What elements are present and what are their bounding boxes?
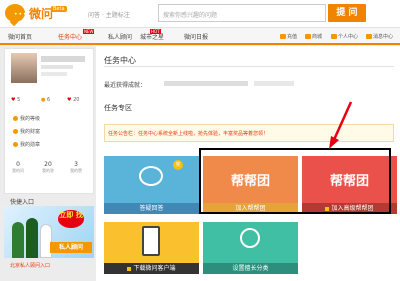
avatar[interactable]: [11, 53, 37, 83]
heart-icon: ♥: [11, 97, 16, 103]
task-tile-answer[interactable]: 奖 答疑回答: [104, 156, 199, 214]
advisor-figure-1: [12, 222, 24, 258]
tile-caption-download-text: 下载微问客户端: [133, 265, 176, 272]
points-icon: ♥: [67, 97, 72, 103]
nav-daily[interactable]: 微问日报: [184, 32, 208, 41]
user-meta-blurred-2: [41, 72, 67, 76]
user-meta-blurred: [41, 65, 73, 69]
message-label: 消息中心: [373, 34, 394, 40]
message-link[interactable]: 消息中心: [366, 33, 393, 40]
advisor-entry-link[interactable]: 北京私人顾问入口: [10, 262, 50, 269]
task-zone-title: 任务专区: [104, 104, 132, 112]
profile-link[interactable]: 个人中心: [331, 33, 358, 40]
beta-badge: Beta: [51, 6, 67, 12]
new-tag: NEW: [83, 29, 95, 34]
stat-coins-value: 6: [46, 97, 51, 103]
recent-achievements-label: 最近获得成就：: [104, 82, 147, 89]
count-likes-value: 3: [74, 161, 78, 168]
count-questions-label: 我的问: [12, 168, 24, 173]
mall-link[interactable]: 商城: [305, 33, 322, 40]
task-tile-download-client[interactable]: 下载微问客户端: [104, 222, 199, 274]
menu-medal-label: 我的勋章: [20, 142, 41, 148]
count-likes-label: 我的赞: [70, 168, 82, 173]
medal-icon: [13, 142, 18, 147]
menu-level[interactable]: 我的等级: [13, 115, 40, 122]
recent-achievements-blurred: [164, 81, 248, 86]
recent-achievements-blurred-2: [254, 81, 294, 86]
nav-city-star[interactable]: 城市之星: [140, 32, 164, 41]
nav-home[interactable]: 微问首页: [8, 32, 32, 41]
page-title: 任务中心: [104, 56, 136, 65]
recharge-icon: [280, 34, 286, 39]
stat-points: ♥ 20: [67, 97, 79, 103]
stat-hearts: ♥ 5: [11, 97, 20, 103]
tile-caption-download: 下载微问客户端: [104, 263, 199, 274]
task-tile-set-category[interactable]: 设置擅长分类: [203, 222, 298, 274]
tile-caption-answer: 答疑回答: [104, 203, 199, 214]
count-answers-label: 我的答: [42, 168, 54, 173]
highlight-frame: [199, 148, 391, 214]
divider: [104, 66, 394, 67]
slogan: 问答 · 主题标注: [88, 12, 130, 19]
recharge-label: 充值: [287, 34, 298, 40]
search-input[interactable]: 搜索你感兴趣的问题: [158, 4, 326, 22]
menu-medal[interactable]: 我的勋章: [13, 141, 40, 148]
message-icon: [366, 34, 372, 39]
ad-text: 私人顾问: [50, 242, 92, 253]
count-questions[interactable]: 0 我的问: [7, 161, 29, 174]
reward-badge: 奖: [173, 160, 183, 170]
chat-bubble-icon: [139, 166, 163, 186]
ask-button[interactable]: 提 问: [328, 4, 366, 22]
tile-caption-category: 设置擅长分类: [203, 263, 298, 274]
notice-text: 任务中心系统全新上线啦，抢先体验，丰富奖品等着您领！: [138, 131, 269, 137]
mall-label: 商城: [312, 34, 323, 40]
top-header: ••• 微问 Beta 问答 · 主题标注 搜索你感兴趣的问题 提 问: [0, 0, 400, 28]
logo-dots: •••: [14, 11, 28, 18]
menu-wealth[interactable]: 我的财富: [13, 128, 40, 135]
brand-name[interactable]: 微问: [29, 5, 53, 22]
count-answers-value: 20: [44, 161, 52, 168]
nav-private-advisor[interactable]: 私人顾问: [108, 32, 132, 41]
mall-icon: [305, 34, 311, 39]
profile-icon: [331, 34, 337, 39]
count-questions-value: 0: [16, 161, 20, 168]
private-advisor-ad[interactable]: 立即 找 私人顾问: [4, 206, 94, 258]
level-icon: [13, 116, 18, 121]
notice-label: 任务公告栏：: [108, 131, 139, 137]
count-answers[interactable]: 20 我的答: [37, 161, 59, 174]
quick-entry-title: 快捷入口: [10, 199, 35, 206]
phone-icon: [142, 226, 160, 256]
ad-find-badge: 立即 找: [58, 210, 84, 228]
nav-task-center[interactable]: 任务中心: [58, 32, 82, 41]
wealth-icon: [13, 129, 18, 134]
category-tree-icon: [240, 228, 260, 248]
coin-icon: ●: [41, 97, 46, 103]
menu-wealth-label: 我的财富: [20, 129, 41, 135]
annotation-arrow-icon: [329, 101, 353, 149]
advisor-figure-2: [26, 218, 38, 258]
stat-points-value: 20: [73, 97, 80, 103]
stat-coins: ● 6: [41, 97, 50, 103]
stat-hearts-value: 5: [17, 97, 21, 103]
lock-icon: [127, 266, 132, 271]
username-blurred: [41, 56, 85, 62]
main-nav: 微问首页 任务中心 NEW 私人顾问 HOT 城市之星 微问日报 充值 商城 个…: [0, 28, 400, 45]
user-sidebar: ♥ 5 ● 6 ♥ 20 我的等级 我的财富 我的勋章 0 我的问 20 我的答 3…: [4, 48, 94, 194]
menu-level-label: 我的等级: [20, 116, 41, 122]
count-likes[interactable]: 3 我的赞: [65, 161, 87, 174]
recharge-link[interactable]: 充值: [280, 33, 297, 40]
profile-label: 个人中心: [338, 34, 359, 40]
